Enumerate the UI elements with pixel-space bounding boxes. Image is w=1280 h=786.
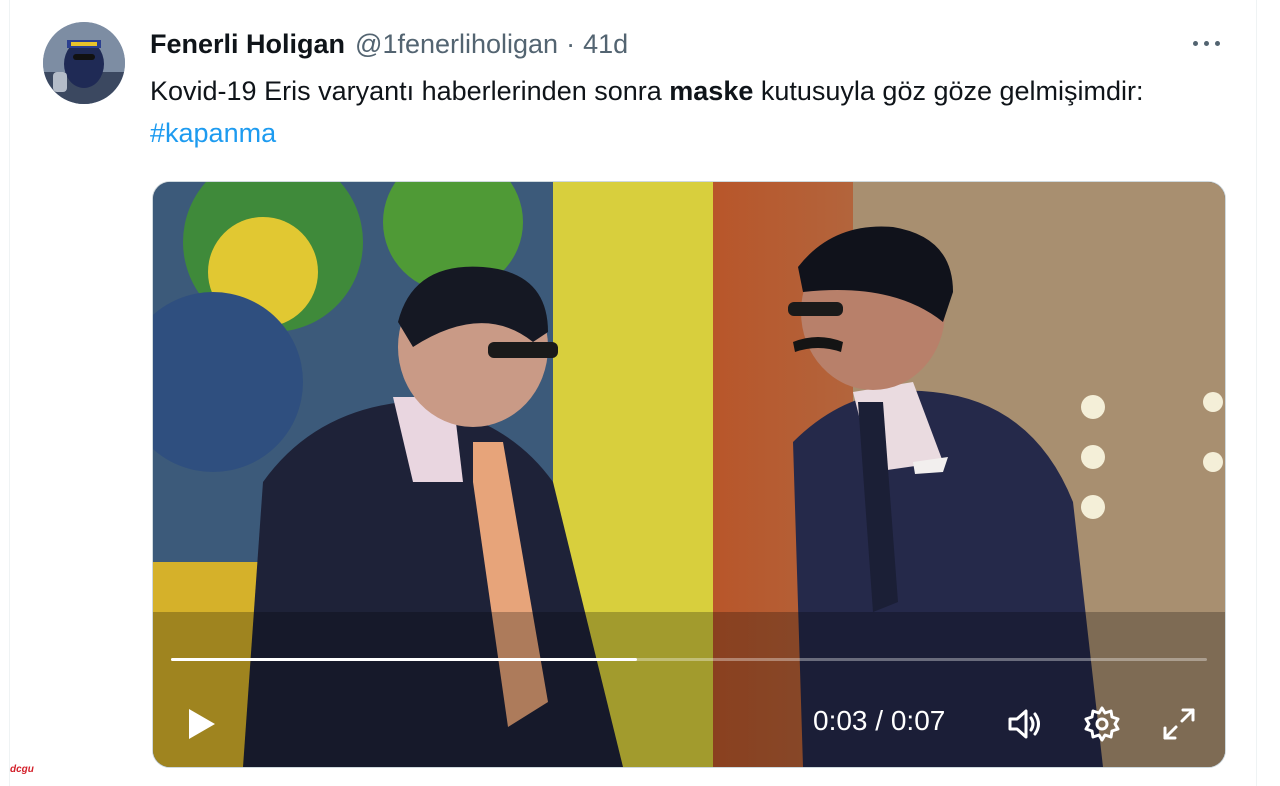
more-horizontal-icon [1192, 40, 1198, 46]
volume-icon [1008, 709, 1040, 739]
avatar[interactable] [43, 22, 125, 104]
video-time-readout: 0:03 / 0:07 [813, 705, 945, 737]
tweet-text: Kovid-19 Eris varyantı haberlerinden son… [150, 70, 1210, 154]
divider [1256, 0, 1257, 786]
more-dot [1214, 40, 1220, 46]
time-separator: / [875, 705, 884, 736]
more-dot [1203, 40, 1209, 46]
tweet-bold-word: maske [669, 76, 754, 106]
more-options-button[interactable] [1186, 30, 1226, 56]
play-icon [189, 709, 215, 739]
watermark: dcgu [10, 764, 34, 775]
divider [9, 0, 10, 786]
tweet-header: Fenerli Holigan @1fenerliholigan · 41d [150, 24, 628, 64]
video-progress-bar[interactable] [171, 658, 1207, 661]
duration: 0:07 [890, 705, 946, 736]
fullscreen-button[interactable] [1159, 704, 1199, 744]
settings-button[interactable] [1082, 704, 1122, 744]
gear-icon [1084, 706, 1120, 742]
expand-icon [1163, 708, 1195, 740]
display-name[interactable]: Fenerli Holigan [150, 29, 345, 60]
video-progress-fill [171, 658, 638, 661]
video-frame [153, 182, 1225, 767]
tweet: Fenerli Holigan @1fenerliholigan · 41d K… [0, 0, 1280, 786]
play-button[interactable] [183, 706, 219, 742]
user-handle[interactable]: @1fenerliholigan [355, 29, 558, 60]
volume-button[interactable] [1005, 704, 1045, 744]
video-player[interactable]: 0:03 / 0:07 [152, 181, 1226, 768]
tweet-text-part: kutusuyla göz göze gelmişimdir: [753, 76, 1144, 106]
avatar-image [43, 22, 125, 104]
hashtag-link[interactable]: #kapanma [150, 118, 276, 148]
tweet-text-part: Kovid-19 Eris varyantı haberlerinden son… [150, 76, 670, 106]
current-time: 0:03 [813, 705, 868, 736]
timestamp[interactable]: 41d [583, 29, 628, 60]
separator: · [566, 28, 576, 59]
